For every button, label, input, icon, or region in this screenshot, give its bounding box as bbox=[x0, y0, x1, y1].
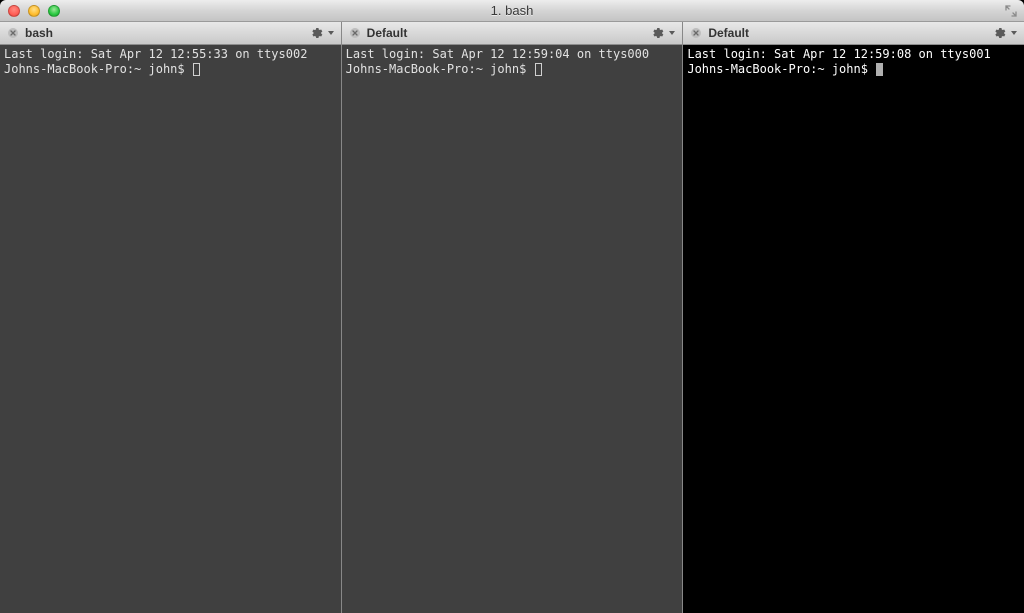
fullscreen-button[interactable] bbox=[1004, 4, 1018, 18]
prompt-line: Johns-MacBook-Pro:~ john$ bbox=[687, 62, 875, 76]
cursor bbox=[193, 63, 200, 76]
gear-icon bbox=[309, 26, 323, 40]
last-login-line: Last login: Sat Apr 12 12:59:04 on ttys0… bbox=[346, 47, 649, 61]
last-login-line: Last login: Sat Apr 12 12:55:33 on ttys0… bbox=[4, 47, 307, 61]
gear-icon bbox=[650, 26, 664, 40]
pane-menu-dropdown[interactable] bbox=[1010, 29, 1018, 37]
terminal-pane-3: Default Last login: Sat Apr 12 12:59:08 … bbox=[682, 22, 1024, 613]
tab-title[interactable]: Default bbox=[708, 26, 749, 40]
fullscreen-icon bbox=[1005, 5, 1017, 17]
pane-tabbar: bash bbox=[0, 22, 341, 45]
window-title: 1. bash bbox=[0, 3, 1024, 18]
tab-title[interactable]: bash bbox=[25, 26, 53, 40]
close-tab-button[interactable] bbox=[6, 26, 20, 40]
window-titlebar[interactable]: 1. bash bbox=[0, 0, 1024, 22]
pane-container: bash Last login: Sat Apr 12 12:55:33 on … bbox=[0, 22, 1024, 613]
terminal-pane-2: Default Last login: Sat Apr 12 12:59:04 … bbox=[341, 22, 683, 613]
last-login-line: Last login: Sat Apr 12 12:59:08 on ttys0… bbox=[687, 47, 990, 61]
cursor bbox=[535, 63, 542, 76]
zoom-window-button[interactable] bbox=[48, 5, 60, 17]
terminal-content[interactable]: Last login: Sat Apr 12 12:59:08 on ttys0… bbox=[683, 45, 1024, 613]
chevron-down-icon bbox=[668, 29, 676, 37]
traffic-lights bbox=[0, 5, 60, 17]
terminal-pane-1: bash Last login: Sat Apr 12 12:55:33 on … bbox=[0, 22, 341, 613]
prompt-line: Johns-MacBook-Pro:~ john$ bbox=[4, 62, 192, 76]
minimize-window-button[interactable] bbox=[28, 5, 40, 17]
pane-menu-dropdown[interactable] bbox=[327, 29, 335, 37]
prompt-line: Johns-MacBook-Pro:~ john$ bbox=[346, 62, 534, 76]
terminal-content[interactable]: Last login: Sat Apr 12 12:55:33 on ttys0… bbox=[0, 45, 341, 613]
cursor bbox=[876, 63, 883, 76]
close-window-button[interactable] bbox=[8, 5, 20, 17]
close-icon bbox=[8, 28, 18, 38]
pane-menu-dropdown[interactable] bbox=[668, 29, 676, 37]
close-icon bbox=[350, 28, 360, 38]
pane-settings-button[interactable] bbox=[309, 26, 323, 40]
close-tab-button[interactable] bbox=[689, 26, 703, 40]
close-tab-button[interactable] bbox=[348, 26, 362, 40]
pane-settings-button[interactable] bbox=[650, 26, 664, 40]
pane-tabbar: Default bbox=[342, 22, 683, 45]
pane-tabbar: Default bbox=[683, 22, 1024, 45]
close-icon bbox=[691, 28, 701, 38]
chevron-down-icon bbox=[1010, 29, 1018, 37]
terminal-content[interactable]: Last login: Sat Apr 12 12:59:04 on ttys0… bbox=[342, 45, 683, 613]
tab-title[interactable]: Default bbox=[367, 26, 408, 40]
pane-settings-button[interactable] bbox=[992, 26, 1006, 40]
gear-icon bbox=[992, 26, 1006, 40]
chevron-down-icon bbox=[327, 29, 335, 37]
